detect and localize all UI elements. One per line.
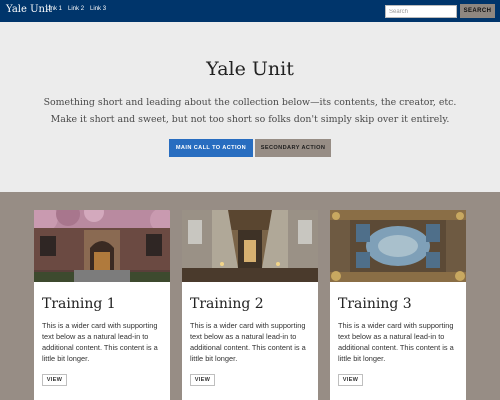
card-view-button[interactable]: VIEW — [42, 374, 67, 386]
card-view-button[interactable]: VIEW — [190, 374, 215, 386]
card-text: This is a wider card with supporting tex… — [338, 321, 454, 363]
nav-link-2[interactable]: Link 2 — [68, 6, 84, 12]
card-image-building-entrance — [34, 210, 170, 282]
main-call-to-action-button[interactable]: MAIN CALL TO ACTION — [169, 139, 253, 157]
card-view-button[interactable]: VIEW — [338, 374, 363, 386]
top-navbar: Yale Unit Link 1 Link 2 Link 3 SEARCH — [0, 0, 500, 22]
cards-section: Training 1 This is a wider card with sup… — [0, 192, 500, 400]
nav-link-1[interactable]: Link 1 — [46, 6, 62, 12]
nav-link-3[interactable]: Link 3 — [90, 6, 106, 12]
card-training-3: Training 3 This is a wider card with sup… — [330, 210, 466, 400]
search-button[interactable]: SEARCH — [460, 4, 495, 18]
hero-title: Yale Unit — [206, 58, 294, 80]
card-title: Training 2 — [190, 296, 264, 312]
card-title: Training 1 — [42, 296, 116, 312]
card-image-painted-ceiling — [330, 210, 466, 282]
card-training-2: Training 2 This is a wider card with sup… — [182, 210, 318, 400]
hero-section: Yale Unit Something short and leading ab… — [0, 22, 500, 192]
card-training-1: Training 1 This is a wider card with sup… — [34, 210, 170, 400]
card-text: This is a wider card with supporting tex… — [190, 321, 306, 363]
search-input[interactable] — [385, 5, 457, 18]
card-title: Training 3 — [338, 296, 412, 312]
card-text: This is a wider card with supporting tex… — [42, 321, 158, 363]
hero-lead-text: Something short and leading about the co… — [43, 97, 457, 125]
secondary-action-button[interactable]: SECONDARY ACTION — [255, 139, 331, 157]
card-image-chapel-interior — [182, 210, 318, 282]
nav-links: Link 1 Link 2 Link 3 — [46, 6, 106, 12]
